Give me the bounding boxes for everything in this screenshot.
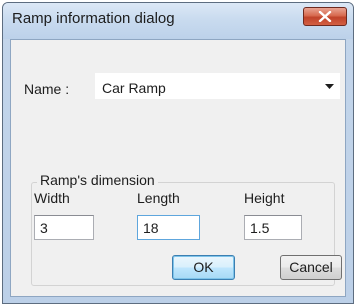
- dimension-group-title: Ramp's dimension: [37, 172, 158, 188]
- dialog-body: Name : Car Ramp Ramp's dimension Width L…: [10, 39, 346, 297]
- close-icon: [318, 11, 332, 22]
- close-button[interactable]: [303, 7, 347, 26]
- dialog-window: Ramp information dialog Name : Car Ramp …: [2, 2, 354, 304]
- name-value: Car Ramp: [102, 80, 166, 96]
- title-bar[interactable]: Ramp information dialog: [3, 3, 353, 39]
- cancel-button[interactable]: Cancel: [280, 255, 342, 280]
- width-input[interactable]: 3: [34, 215, 94, 240]
- height-input[interactable]: 1.5: [244, 215, 302, 240]
- height-label: Height: [244, 190, 285, 206]
- length-label: Length: [137, 190, 180, 206]
- chevron-down-icon[interactable]: [325, 84, 334, 89]
- window-title: Ramp information dialog: [12, 10, 175, 27]
- name-combobox[interactable]: Car Ramp: [95, 73, 340, 99]
- width-label: Width: [34, 190, 70, 206]
- name-label: Name :: [24, 81, 70, 97]
- length-input[interactable]: 18: [137, 215, 200, 240]
- ok-button[interactable]: OK: [172, 255, 235, 280]
